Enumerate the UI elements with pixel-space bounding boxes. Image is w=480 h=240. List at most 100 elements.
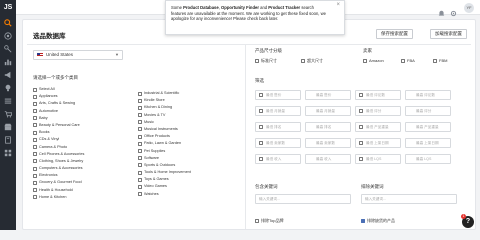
save-config-button[interactable]: 保存搜索配置 (376, 29, 413, 39)
category-item[interactable]: Books (33, 129, 84, 136)
bulb-icon[interactable] (4, 84, 12, 92)
checkbox[interactable] (138, 141, 142, 146)
checkbox[interactable] (138, 120, 142, 125)
category-item[interactable]: Beauty & Personal Care (33, 122, 84, 129)
category-item[interactable]: Pet Supplies (138, 148, 191, 155)
checkbox[interactable] (359, 125, 363, 129)
category-item[interactable]: Baby (33, 115, 84, 122)
grid-icon[interactable] (4, 149, 12, 157)
checkbox[interactable] (259, 141, 263, 145)
size-standard-option[interactable]: 标准尺寸 (255, 58, 277, 64)
min-reviews-input[interactable]: 最低 评论数 (355, 90, 401, 100)
seller-fbm-option[interactable]: FBM (433, 58, 447, 63)
checkbox[interactable] (255, 218, 259, 223)
max-sales-input[interactable]: 最高 月销量 (305, 106, 351, 116)
category-item[interactable]: Industrial & Scientific (138, 90, 191, 97)
store-icon[interactable] (4, 123, 12, 131)
checkbox[interactable] (138, 127, 142, 132)
category-item[interactable]: Home & Kitchen (33, 194, 84, 201)
checkbox[interactable] (33, 166, 37, 171)
checkbox[interactable] (33, 159, 37, 164)
search-icon[interactable] (4, 19, 12, 27)
checkbox[interactable] (259, 109, 263, 113)
category-item[interactable]: Kitchen & Dining (138, 104, 191, 111)
checkbox[interactable] (359, 141, 363, 145)
chart-icon[interactable] (4, 58, 12, 66)
max-revenue-input[interactable]: 最高 收入 (305, 154, 351, 164)
category-item[interactable]: Watches (138, 191, 191, 198)
checkbox[interactable] (401, 58, 405, 63)
checkbox[interactable] (138, 105, 142, 110)
category-item[interactable]: Electronics (33, 172, 84, 179)
checkbox[interactable] (433, 58, 437, 63)
category-item[interactable]: Appliances (33, 93, 84, 100)
checkbox[interactable] (138, 98, 142, 103)
checkbox[interactable] (138, 149, 142, 153)
checkbox[interactable] (138, 134, 142, 139)
close-icon[interactable]: × (336, 2, 340, 9)
category-item[interactable]: Toys & Games (138, 176, 191, 183)
max-weight-input[interactable]: 最高 产品重量 (405, 122, 451, 132)
checkbox[interactable] (33, 173, 37, 178)
category-item[interactable]: Movies & TV (138, 112, 191, 119)
min-date-input[interactable]: 最低 上架日期 (355, 138, 401, 148)
user-avatar[interactable]: YF (464, 3, 474, 13)
marketplace-select[interactable]: United States ▼ (33, 50, 123, 60)
checkbox[interactable] (33, 145, 37, 149)
checkbox[interactable] (33, 180, 37, 185)
max-price-input[interactable]: 最高 售价 (305, 90, 351, 100)
checkbox[interactable] (33, 188, 37, 193)
category-item[interactable]: Select All (33, 86, 84, 93)
checkbox[interactable] (33, 152, 37, 157)
checkbox[interactable] (33, 195, 37, 200)
app-logo[interactable]: JS (1, 3, 15, 13)
checkbox[interactable] (363, 58, 367, 63)
checkbox[interactable] (33, 109, 37, 114)
checkbox[interactable] (301, 58, 305, 63)
min-lqs-input[interactable]: 最低 LQS (355, 154, 401, 164)
max-sellers-input[interactable]: 最高 卖家数 (305, 138, 351, 148)
category-item[interactable]: Cell Phones & Accessories (33, 151, 84, 158)
category-item[interactable]: Computers & Accessories (33, 165, 84, 172)
min-sellers-input[interactable]: 最低 卖家数 (255, 138, 301, 148)
min-price-input[interactable]: 最低 售价 (255, 90, 301, 100)
cart-icon[interactable] (4, 110, 12, 118)
checkbox[interactable] (33, 130, 37, 135)
checkbox[interactable] (259, 93, 263, 97)
max-lqs-input[interactable]: 最高 LQS (405, 154, 451, 164)
category-item[interactable]: CDs & Vinyl (33, 136, 84, 143)
book-icon[interactable] (4, 136, 12, 144)
min-revenue-input[interactable]: 最低 收入 (255, 154, 301, 164)
max-rank-input[interactable]: 最高 排名 (305, 122, 351, 132)
category-item[interactable]: Grocery & Gourmet Food (33, 179, 84, 186)
checkbox[interactable] (33, 137, 37, 142)
category-item[interactable]: Kindle Store (138, 97, 191, 104)
key-icon[interactable] (4, 45, 12, 53)
min-rank-input[interactable]: 最低 排名 (255, 122, 301, 132)
checkbox-checked[interactable] (361, 218, 365, 223)
checkbox[interactable] (33, 87, 37, 92)
max-date-input[interactable]: 最高 上架日期 (405, 138, 451, 148)
checkbox[interactable] (359, 157, 363, 161)
checkbox[interactable] (138, 156, 142, 161)
min-rating-input[interactable]: 最低 评分 (355, 106, 401, 116)
checkbox[interactable] (359, 109, 363, 113)
include-keywords-input[interactable]: 输入关键词... (255, 194, 351, 204)
seller-amazon-option[interactable]: Amazon (363, 58, 384, 63)
category-item[interactable]: Patio, Lawn & Garden (138, 140, 191, 147)
exclude-keywords-input[interactable]: 输入关键词... (361, 194, 457, 204)
checkbox[interactable] (138, 184, 142, 189)
checkbox[interactable] (255, 58, 259, 63)
megaphone-icon[interactable] (4, 71, 12, 79)
min-sales-input[interactable]: 最低 月销量 (255, 106, 301, 116)
notification-bell-icon[interactable] (438, 4, 445, 16)
checkbox[interactable] (259, 157, 263, 161)
min-weight-input[interactable]: 最低 产品重量 (355, 122, 401, 132)
category-item[interactable]: Office Products (138, 133, 191, 140)
checkbox[interactable] (138, 91, 142, 96)
checkbox[interactable] (138, 163, 142, 168)
list-icon[interactable] (4, 97, 12, 105)
checkbox[interactable] (138, 192, 142, 197)
category-item[interactable]: Arts, Crafts & Sewing (33, 100, 84, 107)
settings-icon[interactable] (450, 4, 457, 17)
